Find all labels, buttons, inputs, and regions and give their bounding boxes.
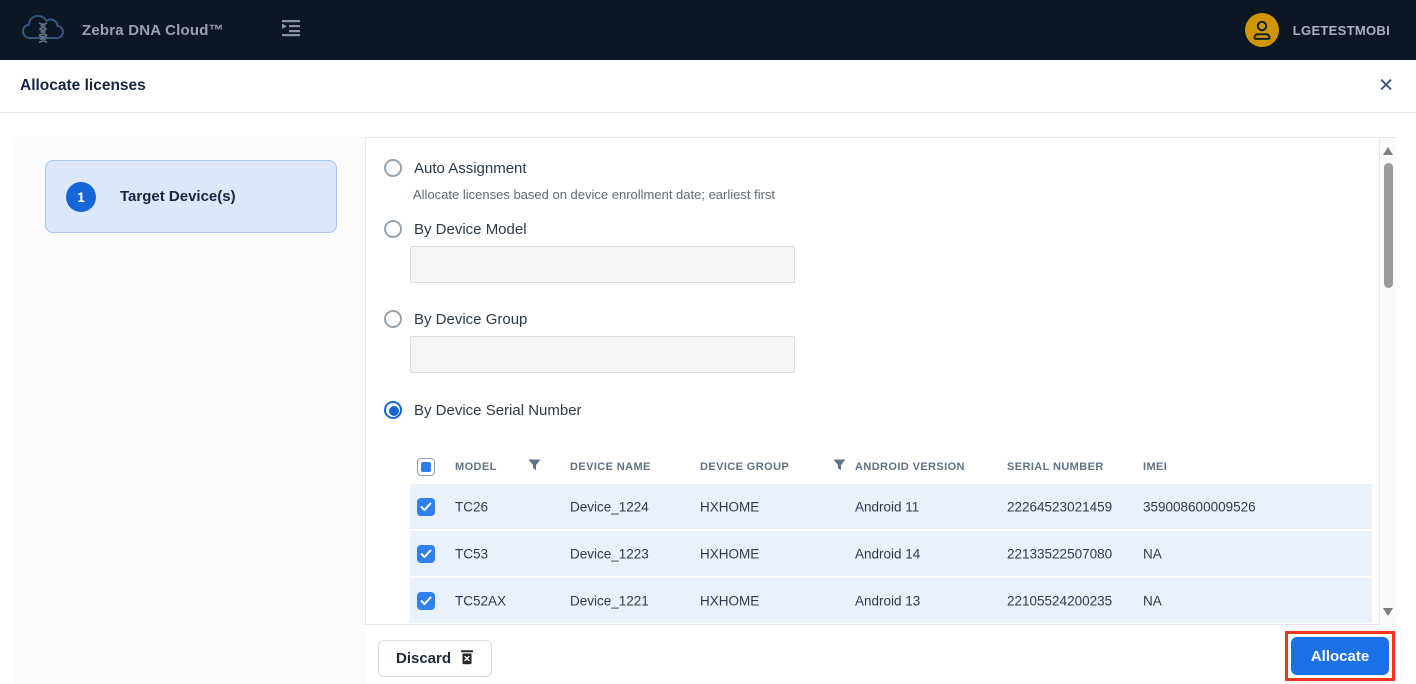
check-icon xyxy=(420,549,432,558)
device-table: MODEL DEVICE NAME DEVICE GROUP ANDROID V… xyxy=(410,450,1372,625)
row-checkbox[interactable] xyxy=(417,591,435,610)
scrollbar-thumb[interactable] xyxy=(1383,163,1393,288)
step-target-devices[interactable]: 1 Target Device(s) xyxy=(45,160,337,233)
cell-model: TC26 xyxy=(455,499,489,514)
column-header-device-group[interactable]: DEVICE GROUP xyxy=(700,461,789,473)
app-title: Zebra DNA Cloud™ xyxy=(82,21,224,39)
user-avatar[interactable] xyxy=(1244,13,1279,47)
cell-device-group: HXHOME xyxy=(700,499,760,514)
cell-model: TC52AX xyxy=(455,593,507,608)
option-label-auto-assignment: Auto Assignment xyxy=(414,159,527,177)
column-header-imei[interactable]: IMEI xyxy=(1143,461,1167,473)
option-label-by-device-model: By Device Model xyxy=(414,220,527,238)
cell-device-group: HXHOME xyxy=(700,593,760,608)
cell-model: TC53 xyxy=(455,546,489,561)
cell-android-version: Android 14 xyxy=(855,546,921,561)
step-number-badge: 1 xyxy=(66,181,96,212)
dialog-header: Allocate licenses ✕ xyxy=(0,60,1416,113)
option-label-by-device-group: By Device Group xyxy=(414,310,528,328)
cell-serial-number: 22105524200235 xyxy=(1007,593,1113,608)
cell-android-version: Android 13 xyxy=(855,593,921,608)
collapse-sidebar-icon[interactable] xyxy=(280,19,302,42)
cell-device-name: Device_1224 xyxy=(570,499,649,514)
app-header: Zebra DNA Cloud™ LGETESTMOBI xyxy=(0,0,1416,60)
dialog-title: Allocate licenses xyxy=(20,77,146,94)
column-header-device-name[interactable]: DEVICE NAME xyxy=(570,461,651,473)
row-checkbox[interactable] xyxy=(417,544,435,563)
check-icon xyxy=(420,596,432,605)
step-label: Target Device(s) xyxy=(120,188,236,205)
column-header-model[interactable]: MODEL xyxy=(455,461,497,473)
radio-by-device-serial-number[interactable] xyxy=(384,401,402,419)
cell-device-name: Device_1223 xyxy=(570,546,649,561)
scroll-down-arrow-icon[interactable] xyxy=(1383,608,1393,616)
discard-button-label: Discard xyxy=(395,650,452,667)
option-label-by-device-serial-number: By Device Serial Number xyxy=(414,401,582,419)
close-icon[interactable]: ✕ xyxy=(1378,77,1394,96)
cell-serial-number: 22133522507080 xyxy=(1007,546,1113,561)
cloud-dna-logo-icon xyxy=(20,10,66,50)
allocate-button[interactable]: Allocate xyxy=(1291,637,1389,675)
cell-imei: NA xyxy=(1143,593,1162,608)
check-icon xyxy=(420,502,432,511)
vertical-scrollbar[interactable] xyxy=(1379,138,1396,625)
auto-assignment-description: Allocate licenses based on device enroll… xyxy=(413,187,776,202)
row-checkbox[interactable] xyxy=(417,497,435,516)
cell-imei: 359008600009526 xyxy=(1143,499,1256,514)
column-header-android-version[interactable]: ANDROID VERSION xyxy=(855,461,965,473)
radio-auto-assignment[interactable] xyxy=(384,159,402,177)
table-row[interactable]: TC53 Device_1223 HXHOME Android 14 22133… xyxy=(410,531,1372,576)
username-label: LGETESTMOBI xyxy=(1292,22,1390,38)
cell-device-group: HXHOME xyxy=(700,546,760,561)
radio-by-device-model[interactable] xyxy=(384,220,402,238)
cell-android-version: Android 11 xyxy=(855,499,920,514)
trash-icon xyxy=(460,649,474,669)
cell-imei: NA xyxy=(1143,546,1162,561)
scroll-up-arrow-icon[interactable] xyxy=(1383,147,1393,155)
table-row[interactable]: TC52AX Device_1221 HXHOME Android 13 221… xyxy=(410,578,1372,623)
cell-device-name: Device_1221 xyxy=(570,593,649,608)
column-header-serial-number[interactable]: SERIAL NUMBER xyxy=(1007,461,1104,473)
user-icon xyxy=(1253,20,1271,40)
select-all-checkbox[interactable] xyxy=(417,458,435,476)
radio-by-device-group[interactable] xyxy=(384,310,402,328)
discard-button[interactable]: Discard xyxy=(378,640,492,677)
device-model-input[interactable] xyxy=(410,246,795,283)
table-row[interactable]: TC26 Device_1224 HXHOME Android 11 22264… xyxy=(410,484,1372,529)
device-group-input[interactable] xyxy=(410,336,795,373)
allocate-highlight-outline: Allocate xyxy=(1285,631,1395,681)
cell-serial-number: 22264523021459 xyxy=(1007,499,1113,514)
steps-panel: 1 Target Device(s) xyxy=(13,137,365,684)
table-header-row: MODEL DEVICE NAME DEVICE GROUP ANDROID V… xyxy=(410,450,1372,484)
filter-icon[interactable] xyxy=(833,458,846,476)
filter-icon[interactable] xyxy=(528,458,541,476)
